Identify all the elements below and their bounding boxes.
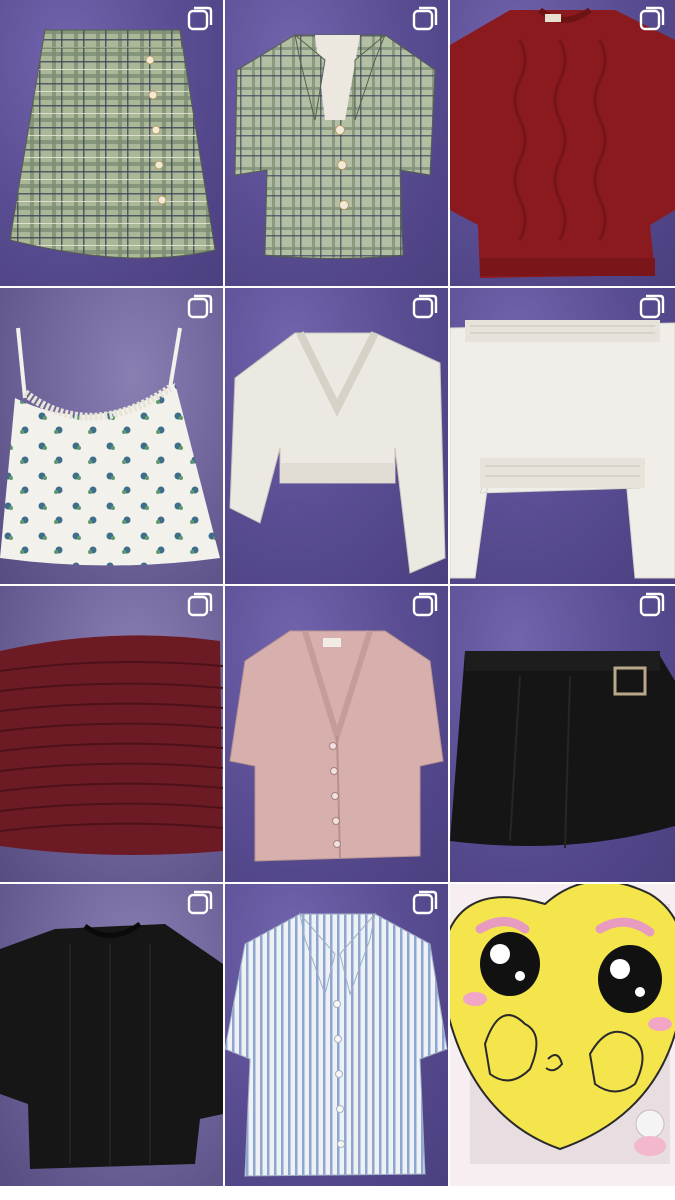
post-tile-pink-cardigan[interactable]	[225, 586, 448, 882]
multiple-photos-icon	[639, 6, 665, 31]
multiple-photos-icon	[639, 294, 665, 319]
post-tile-striped-shirt[interactable]	[225, 884, 448, 1186]
post-tile-black-sweater[interactable]	[0, 884, 223, 1186]
multiple-photos-icon	[639, 592, 665, 617]
black-skirt-photo	[450, 651, 675, 849]
multiple-photos-icon	[412, 6, 438, 31]
post-tile-black-skirt[interactable]	[450, 586, 675, 882]
multiple-photos-icon	[187, 890, 213, 915]
profile-photo-grid	[0, 0, 675, 1200]
bottom-edge	[0, 1190, 675, 1200]
plaid-skirt-photo	[9, 29, 216, 259]
post-tile-floral-cami[interactable]	[0, 288, 223, 584]
white-vneck-photo	[229, 331, 446, 574]
multiple-photos-icon	[187, 294, 213, 319]
multiple-photos-icon	[412, 592, 438, 617]
striped-shirt-photo	[225, 912, 448, 1177]
post-tile-burgundy-top[interactable]	[0, 586, 223, 882]
post-tile-offshoulder[interactable]	[450, 288, 675, 584]
post-tile-cartoon-sticker[interactable]	[450, 884, 675, 1186]
floral-cami-photo	[0, 327, 220, 566]
red-sweater-photo	[450, 7, 675, 278]
post-tile-red-sweater[interactable]	[450, 0, 675, 286]
multiple-photos-icon	[187, 592, 213, 617]
offshoulder-top-photo	[450, 320, 675, 579]
black-sweater-photo	[0, 921, 223, 1169]
plaid-shirt-photo	[234, 33, 436, 259]
cartoon-heart-face-sticker	[450, 884, 675, 1164]
multiple-photos-icon	[187, 6, 213, 31]
burgundy-top-photo	[0, 635, 223, 855]
post-tile-plaid-shirt[interactable]	[225, 0, 448, 286]
pink-cardigan-photo	[229, 630, 444, 862]
post-tile-plaid-skirt[interactable]	[0, 0, 223, 286]
multiple-photos-icon	[412, 890, 438, 915]
post-tile-white-vneck[interactable]	[225, 288, 448, 584]
multiple-photos-icon	[412, 294, 438, 319]
